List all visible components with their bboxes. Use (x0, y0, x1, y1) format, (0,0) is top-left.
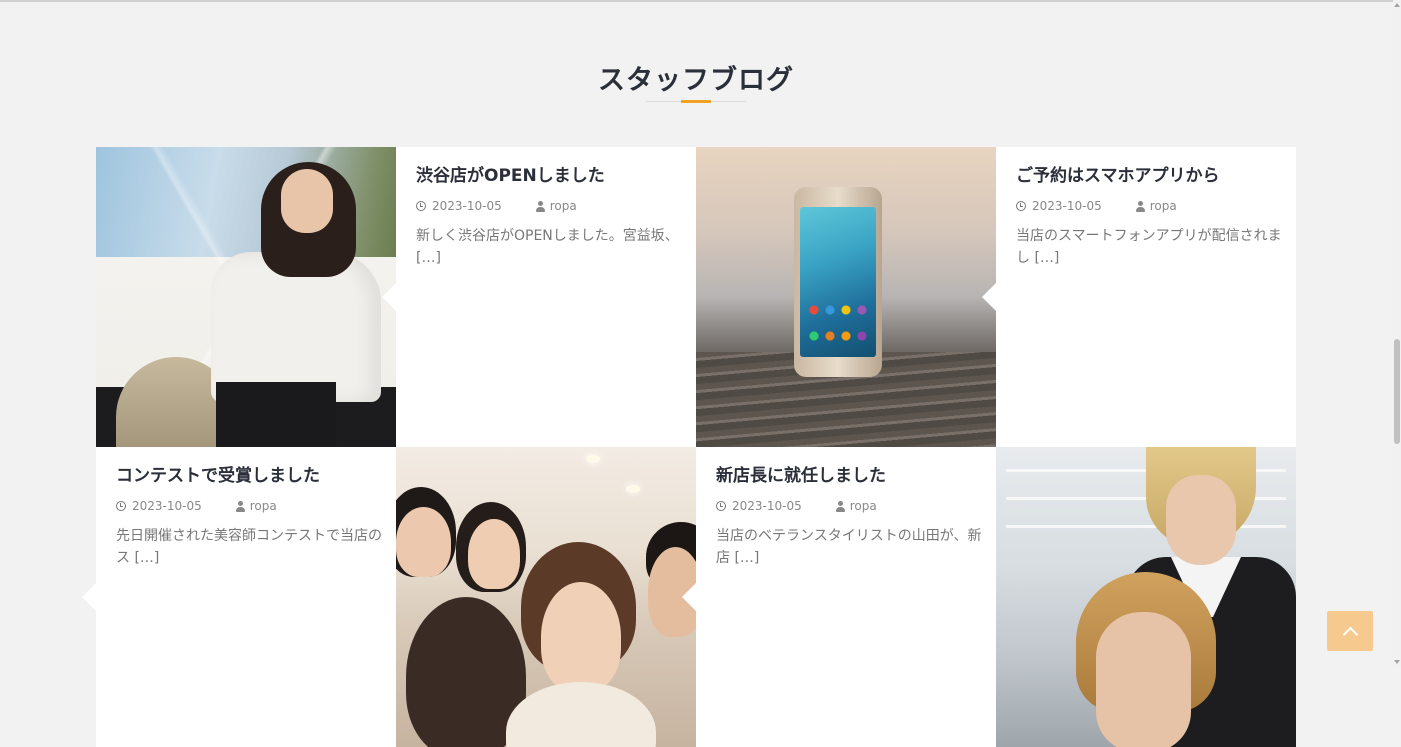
post-date: 2023-10-05 (716, 499, 802, 513)
post-image-new-manager[interactable] (996, 447, 1296, 747)
title-accent-bar (681, 100, 711, 103)
post-date: 2023-10-05 (116, 499, 202, 513)
post-author-text[interactable]: ropa (550, 199, 577, 213)
scroll-down-arrow-icon[interactable] (1394, 660, 1400, 664)
ceiling-light (586, 455, 600, 463)
post-title[interactable]: ご予約はスマホアプリから (1016, 163, 1282, 189)
post-meta: 2023-10-05 ropa (116, 499, 382, 513)
post-title[interactable]: 新店長に就任しました (716, 463, 982, 489)
post-author[interactable]: ropa (1135, 199, 1177, 213)
user-icon (235, 500, 245, 512)
post-date-text: 2023-10-05 (132, 499, 202, 513)
post-author-text[interactable]: ropa (850, 499, 877, 513)
user-icon (835, 500, 845, 512)
post-card-shibuya-open[interactable]: 渋谷店がOPENしました 2023-10-05 ropa 新しく渋谷店がOPEN… (382, 147, 696, 447)
scrollbar-thumb[interactable] (1394, 339, 1400, 444)
post-card-new-manager[interactable]: 新店長に就任しました 2023-10-05 ropa 当店のベテランスタイリスト… (682, 447, 996, 747)
woman-face (281, 169, 333, 233)
clock-icon (416, 201, 426, 211)
blog-grid: 渋谷店がOPENしました 2023-10-05 ropa 新しく渋谷店がOPEN… (82, 147, 1296, 747)
smartphone-screen (800, 207, 876, 357)
post-author-text[interactable]: ropa (1150, 199, 1177, 213)
post-meta: 2023-10-05 ropa (416, 199, 682, 213)
post-author-text[interactable]: ropa (250, 499, 277, 513)
ceiling-light-strip (1006, 525, 1286, 528)
post-card-contest-award[interactable]: コンテストで受賞しました 2023-10-05 ropa 先日開催された美容師コ… (82, 447, 396, 747)
person-shirt (506, 682, 656, 747)
post-card-app-booking[interactable]: ご予約はスマホアプリから 2023-10-05 ropa 当店のスマートフォンア… (982, 147, 1296, 447)
stylist-face (1166, 475, 1236, 565)
post-meta: 2023-10-05 ropa (1016, 199, 1282, 213)
client-face (1096, 612, 1191, 747)
post-image-shibuya-open[interactable] (96, 147, 396, 447)
user-icon (535, 200, 545, 212)
post-date-text: 2023-10-05 (732, 499, 802, 513)
post-excerpt: 先日開催された美容師コンテストで当店のス […] (116, 528, 382, 566)
section-title: スタッフブログ (598, 65, 794, 96)
woman-skirt (216, 382, 336, 447)
post-author[interactable]: ropa (235, 499, 277, 513)
post-date-text: 2023-10-05 (432, 199, 502, 213)
clock-icon (716, 501, 726, 511)
post-image-app-booking[interactable] (696, 147, 996, 447)
post-title[interactable]: コンテストで受賞しました (116, 463, 382, 489)
back-to-top-button[interactable] (1327, 611, 1373, 651)
post-excerpt: 当店のスマートフォンアプリが配信されまし […] (1016, 228, 1282, 266)
user-icon (1135, 200, 1145, 212)
post-date: 2023-10-05 (416, 199, 502, 213)
top-divider (0, 0, 1393, 2)
scroll-up-arrow-icon[interactable] (1394, 3, 1400, 7)
ceiling-light (626, 485, 640, 493)
person-face (396, 507, 451, 577)
clock-icon (116, 501, 126, 511)
post-date-text: 2023-10-05 (1032, 199, 1102, 213)
post-image-contest-award[interactable] (396, 447, 696, 747)
post-author[interactable]: ropa (535, 199, 577, 213)
person-face (541, 582, 621, 692)
post-date: 2023-10-05 (1016, 199, 1102, 213)
post-author[interactable]: ropa (835, 499, 877, 513)
chevron-up-icon (1342, 626, 1358, 642)
person-face (468, 519, 520, 589)
vertical-scrollbar[interactable] (1393, 0, 1401, 668)
post-meta: 2023-10-05 ropa (716, 499, 982, 513)
post-excerpt: 当店のベテランスタイリストの山田が、新店 […] (716, 528, 982, 566)
clock-icon (1016, 201, 1026, 211)
post-excerpt: 新しく渋谷店がOPENしました。宮益坂、[…] (416, 228, 679, 266)
post-title[interactable]: 渋谷店がOPENしました (416, 163, 682, 189)
